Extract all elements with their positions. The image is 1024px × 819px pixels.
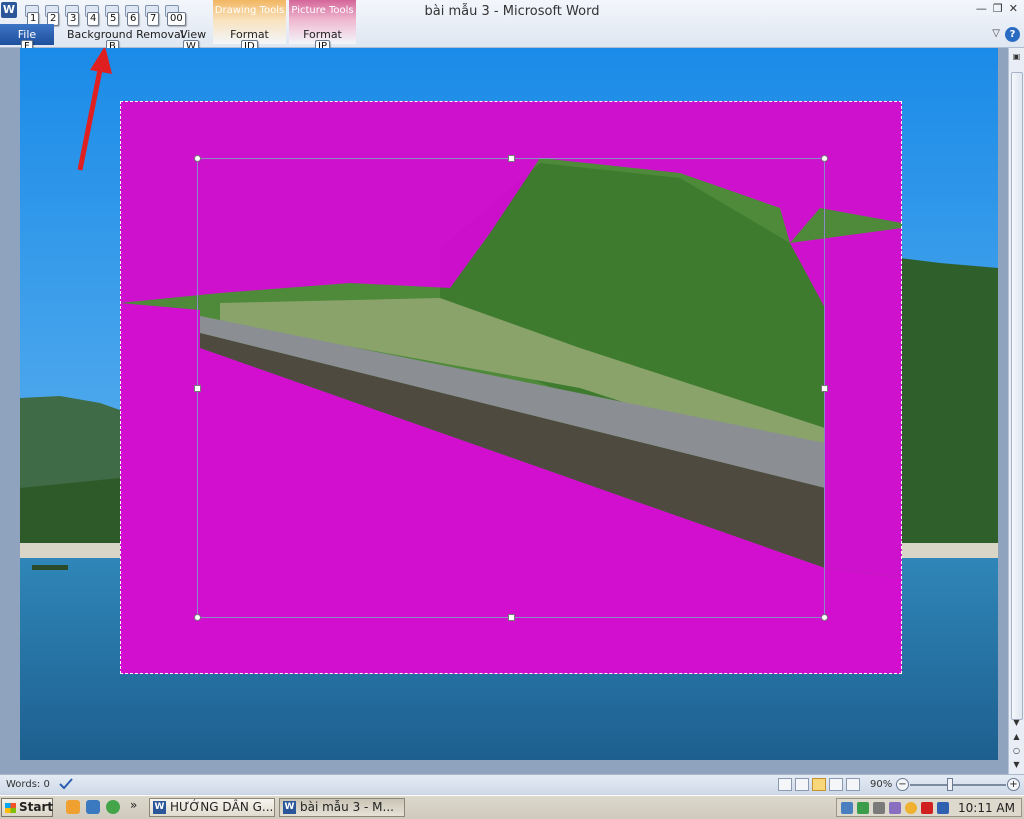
- select-browse-object-icon[interactable]: ○: [1010, 744, 1023, 757]
- resize-handle-top[interactable]: [508, 155, 515, 162]
- print-layout-view-button[interactable]: [778, 778, 792, 791]
- resize-handle-left[interactable]: [194, 385, 201, 392]
- tray-app-icon[interactable]: [889, 802, 901, 814]
- window-controls: — ❐ ✕: [976, 2, 1018, 15]
- system-tray: 10:11 AM: [836, 798, 1022, 817]
- ruler-toggle-icon[interactable]: ▣: [1010, 50, 1023, 63]
- network-icon[interactable]: [86, 800, 100, 814]
- show-more-icon[interactable]: »: [130, 798, 137, 812]
- word-document-icon: W: [283, 801, 296, 814]
- close-icon[interactable]: ✕: [1009, 2, 1018, 15]
- proofing-icon[interactable]: [58, 778, 74, 791]
- draft-view-button[interactable]: [846, 778, 860, 791]
- full-screen-reading-view-button[interactable]: [795, 778, 809, 791]
- word-count[interactable]: Words: 0: [6, 779, 50, 790]
- scroll-down-icon[interactable]: ▼: [1010, 716, 1023, 729]
- word-document-icon: W: [153, 801, 166, 814]
- tray-security-icon[interactable]: [905, 802, 917, 814]
- scrollbar-thumb[interactable]: [1011, 72, 1023, 720]
- ribbon-tab-strip: File Background Removal View: [0, 24, 1024, 48]
- minimize-icon[interactable]: —: [976, 2, 987, 15]
- resize-handle-bottom[interactable]: [508, 614, 515, 621]
- zoom-in-button[interactable]: +: [1007, 778, 1020, 791]
- resize-handle-top-left[interactable]: [194, 155, 201, 162]
- vertical-scrollbar[interactable]: ▣ ▼ ▲ ○ ▼: [1008, 48, 1024, 774]
- document-area: [0, 48, 1008, 774]
- resize-handle-top-right[interactable]: [821, 155, 828, 162]
- word-window: W 1 2 3 4 5 6 7 00 bài mẫu 3 - Microsoft…: [0, 0, 1024, 819]
- landscape-picture[interactable]: [20, 48, 998, 760]
- title-bar: W 1 2 3 4 5 6 7 00 bài mẫu 3 - Microsoft…: [0, 0, 1024, 54]
- web-layout-view-button[interactable]: [812, 778, 826, 791]
- firefox-icon[interactable]: [66, 800, 80, 814]
- window-title: bài mẫu 3 - Microsoft Word: [424, 4, 600, 19]
- zoom-out-button[interactable]: −: [896, 778, 909, 791]
- ribbon-collapse-icon[interactable]: ▽: [992, 28, 1000, 39]
- restore-icon[interactable]: ❐: [993, 2, 1003, 15]
- outline-view-button[interactable]: [829, 778, 843, 791]
- resize-handle-bottom-left[interactable]: [194, 614, 201, 621]
- tray-volume-icon[interactable]: [873, 802, 885, 814]
- zoom-slider-thumb[interactable]: [947, 778, 953, 791]
- taskbar-item-label: HƯỚNG DẪN G...: [170, 800, 274, 814]
- tray-antivirus-icon[interactable]: [921, 802, 933, 814]
- start-label: Start: [19, 800, 54, 814]
- help-icon[interactable]: ?: [1005, 27, 1020, 42]
- tray-network-icon[interactable]: [841, 802, 853, 814]
- taskbar-item-label: bài mẫu 3 - M...: [300, 800, 394, 814]
- taskbar: Start » W HƯỚNG DẪN G... W bài mẫu 3 - M…: [0, 795, 1024, 819]
- taskbar-item-bai-mau-3[interactable]: W bài mẫu 3 - M...: [279, 798, 405, 817]
- zoom-level[interactable]: 90%: [870, 779, 892, 790]
- tray-update-icon[interactable]: [857, 802, 869, 814]
- next-page-icon[interactable]: ▼: [1010, 758, 1023, 771]
- chrome-icon[interactable]: [106, 800, 120, 814]
- tray-messenger-icon[interactable]: [937, 802, 949, 814]
- document-page: [20, 48, 998, 760]
- previous-page-icon[interactable]: ▲: [1010, 730, 1023, 743]
- resize-handle-bottom-right[interactable]: [821, 614, 828, 621]
- resize-handle-right[interactable]: [821, 385, 828, 392]
- tab-background-removal[interactable]: Background Removal: [67, 28, 184, 41]
- keep-area-marquee[interactable]: [194, 155, 828, 621]
- zoom-slider[interactable]: [910, 784, 1006, 786]
- taskbar-clock[interactable]: 10:11 AM: [958, 801, 1015, 815]
- start-button[interactable]: Start: [1, 798, 53, 817]
- drawing-tools-label: Drawing Tools: [214, 5, 285, 16]
- taskbar-item-huong-dan[interactable]: W HƯỚNG DẪN G...: [149, 798, 275, 817]
- status-bar: Words: 0 90% − +: [0, 774, 1024, 794]
- windows-logo-icon: [5, 803, 16, 813]
- picture-tools-label: Picture Tools: [291, 5, 354, 16]
